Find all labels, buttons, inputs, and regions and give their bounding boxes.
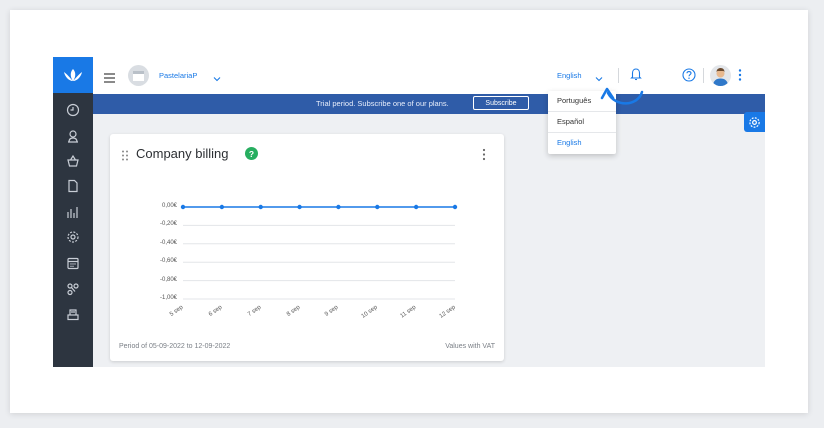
user-avatar[interactable] (710, 65, 731, 86)
reports-bars-icon[interactable] (65, 204, 81, 220)
annotation-arrow-icon (598, 79, 646, 116)
chart-svg (180, 204, 458, 300)
dashboard-clock-icon[interactable] (65, 102, 81, 118)
language-option-portugues[interactable]: Português (557, 96, 591, 105)
help-icon[interactable] (682, 68, 696, 87)
floating-settings-button[interactable] (744, 112, 765, 132)
cash-register-icon[interactable] (65, 306, 81, 322)
divider (548, 132, 616, 133)
data-point[interactable] (297, 204, 302, 210)
company-avatar[interactable] (128, 65, 149, 86)
customers-icon[interactable] (65, 128, 81, 144)
y-tick-label: -0,40€ (159, 239, 177, 246)
vat-note: Values with VAT (445, 343, 495, 350)
more-vertical-icon[interactable] (738, 68, 742, 87)
language-option-english[interactable]: English (557, 138, 582, 147)
trial-message: Trial period. Subscribe one of our plans… (316, 99, 449, 108)
company-chevron-down-icon[interactable] (213, 70, 221, 88)
y-tick-label: -0,60€ (159, 258, 177, 265)
divider (703, 68, 704, 83)
company-billing-widget: Company billing ? 0,00€ -0,20€ -0,40€ -0,60… (110, 134, 504, 361)
data-point[interactable] (219, 204, 225, 210)
user-photo-icon (713, 68, 728, 86)
document-icon[interactable] (65, 178, 81, 194)
app-window: PastelariaP English Trial period. Subscr… (53, 57, 765, 367)
company-name[interactable]: PastelariaP (159, 71, 197, 80)
data-point[interactable] (452, 204, 458, 210)
data-point[interactable] (375, 204, 380, 210)
storefront-icon (133, 71, 144, 81)
data-point[interactable] (258, 204, 263, 210)
trial-banner: Trial period. Subscribe one of our plans… (93, 94, 765, 114)
data-point[interactable] (180, 204, 186, 210)
hamburger-menu-icon[interactable] (104, 70, 115, 88)
y-tick-label: -1,00€ (159, 295, 177, 301)
period-text: Period of 05-09-2022 to 12-09-2022 (119, 343, 231, 350)
basket-icon[interactable] (65, 153, 81, 169)
settings-gear-icon[interactable] (65, 229, 81, 245)
language-selector[interactable]: English (557, 71, 582, 80)
calendar-icon[interactable] (65, 255, 81, 271)
y-tick-label: -0,80€ (159, 276, 177, 283)
gear-icon (749, 116, 760, 128)
data-point[interactable] (336, 204, 341, 210)
y-tick-label: -0,20€ (159, 221, 177, 228)
logo[interactable] (53, 57, 93, 93)
y-tick-label: 0,00€ (161, 203, 177, 209)
billing-chart: 0,00€ -0,20€ -0,40€ -0,60€ -0,80€ -1,00€ 5 sep… (110, 134, 504, 361)
subscribe-button[interactable]: Subscribe (473, 96, 529, 110)
lotus-logo-icon (64, 69, 82, 81)
sidebar (53, 57, 93, 367)
language-option-espanol[interactable]: Español (557, 117, 584, 126)
integrations-icon[interactable] (65, 281, 81, 297)
data-point[interactable] (413, 204, 419, 210)
topbar: PastelariaP English (93, 57, 765, 94)
